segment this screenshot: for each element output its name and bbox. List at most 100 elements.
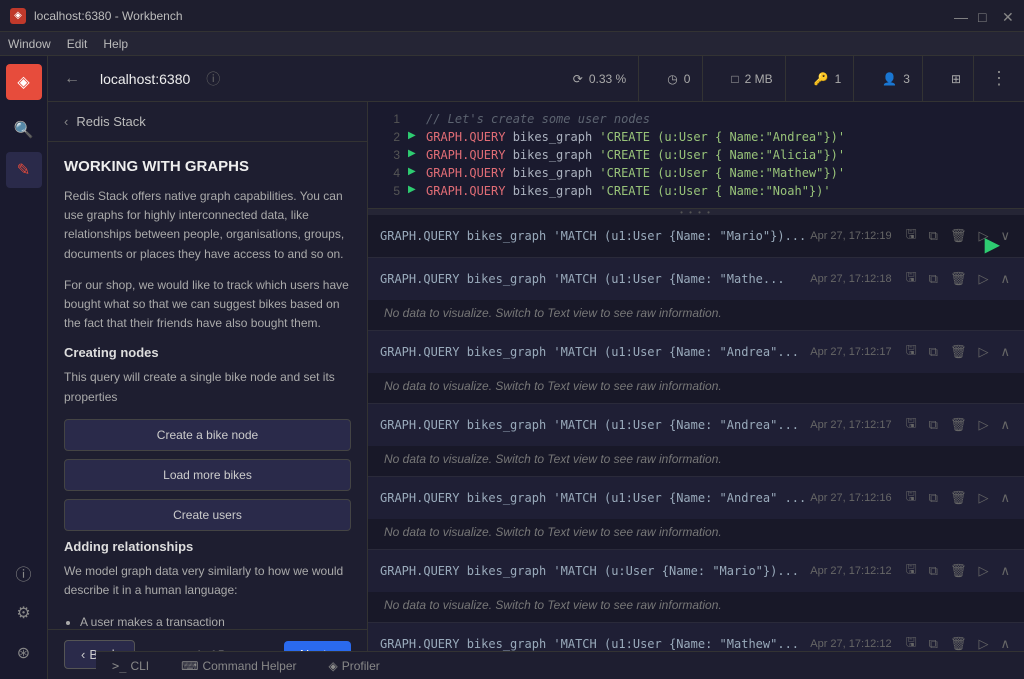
- code-content-5: GRAPH.QUERY bikes_graph 'CREATE (u:User …: [426, 184, 831, 198]
- run-result-6[interactable]: ▷: [976, 561, 990, 581]
- result-header-1[interactable]: GRAPH.QUERY bikes_graph 'MATCH (u1:User …: [368, 215, 1024, 257]
- cpu-icon: ⟳: [573, 72, 583, 86]
- github-icon: ⊛: [17, 643, 30, 663]
- delete-result-3[interactable]: 🗑: [948, 342, 969, 362]
- sidebar-item-settings[interactable]: ⚙: [6, 595, 42, 631]
- run-line-3[interactable]: ▶: [408, 148, 422, 162]
- run-all-button[interactable]: ▶: [977, 232, 1008, 257]
- close-button[interactable]: ✕: [1002, 10, 1014, 22]
- settings-icon: ⚙: [16, 603, 30, 623]
- result-actions-6: 🖫 ⧉ 🗑 ▷ ∧: [904, 558, 1012, 584]
- create-bike-node-button[interactable]: Create a bike node: [64, 419, 351, 451]
- minimize-button[interactable]: —: [954, 10, 966, 22]
- more-button[interactable]: ⋮: [990, 68, 1008, 89]
- result-header-4[interactable]: GRAPH.QUERY bikes_graph 'MATCH (u1:User …: [368, 404, 1024, 446]
- users-icon: 👤: [882, 72, 897, 86]
- result-row-1: GRAPH.QUERY bikes_graph 'MATCH (u1:User …: [368, 215, 1024, 258]
- keys-icon: 🔑: [814, 72, 829, 86]
- connection-info-icon[interactable]: ⓘ: [206, 69, 220, 89]
- users-value: 3: [903, 72, 910, 86]
- collapse-result-4[interactable]: ∧: [998, 415, 1012, 435]
- result-header-6[interactable]: GRAPH.QUERY bikes_graph 'MATCH (u:User {…: [368, 550, 1024, 592]
- result-actions-5: 🖫 ⧉ 🗑 ▷ ∧: [904, 485, 1012, 511]
- result-header-5[interactable]: GRAPH.QUERY bikes_graph 'MATCH (u1:User …: [368, 477, 1024, 519]
- maximize-button[interactable]: □: [978, 10, 990, 22]
- code-content-2: GRAPH.QUERY bikes_graph 'CREATE (u:User …: [426, 130, 845, 144]
- run-result-4[interactable]: ▷: [976, 415, 990, 435]
- run-result-2[interactable]: ▷: [976, 269, 990, 289]
- copy-result-1[interactable]: ⧉: [927, 226, 940, 246]
- result-time-2: Apr 27, 17:12:18: [810, 273, 891, 285]
- result-query-6: GRAPH.QUERY bikes_graph 'MATCH (u:User {…: [380, 564, 810, 578]
- copy-result-4[interactable]: ⧉: [927, 415, 940, 435]
- guide-content: WORKING WITH GRAPHS Redis Stack offers n…: [48, 142, 367, 629]
- save-result-6[interactable]: 🖫: [904, 558, 919, 584]
- delete-result-5[interactable]: 🗑: [948, 488, 969, 508]
- delete-result-2[interactable]: 🗑: [948, 269, 969, 289]
- menu-edit[interactable]: Edit: [67, 37, 88, 51]
- menu-help[interactable]: Help: [103, 37, 128, 51]
- stat-commands: ◷ 0: [655, 56, 703, 101]
- tab-profiler[interactable]: ◈ Profiler: [321, 652, 388, 679]
- code-content-4: GRAPH.QUERY bikes_graph 'CREATE (u:User …: [426, 166, 845, 180]
- command-helper-icon: ⌨: [181, 659, 198, 673]
- result-query-2: GRAPH.QUERY bikes_graph 'MATCH (u1:User …: [380, 272, 810, 286]
- save-result-4[interactable]: 🖫: [904, 412, 919, 438]
- copy-result-6[interactable]: ⧉: [927, 561, 940, 581]
- delete-result-6[interactable]: 🗑: [948, 561, 969, 581]
- result-query-1: GRAPH.QUERY bikes_graph 'MATCH (u1:User …: [380, 229, 810, 243]
- code-line-5: 5 ▶ GRAPH.QUERY bikes_graph 'CREATE (u:U…: [368, 182, 1024, 200]
- memory-value: 2 MB: [745, 72, 773, 86]
- tab-cli-label: CLI: [130, 659, 149, 673]
- line-num-4: 4: [376, 166, 400, 180]
- copy-result-2[interactable]: ⧉: [927, 269, 940, 289]
- bullet-item-1: A user makes a transaction: [80, 612, 351, 629]
- line-num-3: 3: [376, 148, 400, 162]
- menu-window[interactable]: Window: [8, 37, 51, 51]
- run-result-5[interactable]: ▷: [976, 488, 990, 508]
- run-line-2[interactable]: ▶: [408, 130, 422, 144]
- icon-sidebar: ◈ 🔍 ✎ ⓘ ⚙ ⊛: [0, 56, 48, 679]
- collapse-result-5[interactable]: ∧: [998, 488, 1012, 508]
- save-result-5[interactable]: 🖫: [904, 485, 919, 511]
- result-body-2: No data to visualize. Switch to Text vie…: [368, 300, 1024, 330]
- commands-icon: ◷: [667, 72, 677, 86]
- create-users-button[interactable]: Create users: [64, 499, 351, 531]
- run-line-4[interactable]: ▶: [408, 166, 422, 180]
- sidebar-item-search[interactable]: 🔍: [6, 112, 42, 148]
- copy-result-5[interactable]: ⧉: [927, 488, 940, 508]
- back-chevron-icon: ‹: [81, 647, 85, 662]
- copy-result-3[interactable]: ⧉: [927, 342, 940, 362]
- collapse-result-3[interactable]: ∧: [998, 342, 1012, 362]
- relationships-text: We model graph data very similarly to ho…: [64, 562, 351, 600]
- run-line-5[interactable]: ▶: [408, 184, 422, 198]
- tab-command-helper[interactable]: ⌨ Command Helper: [173, 652, 304, 679]
- load-more-bikes-button[interactable]: Load more bikes: [64, 459, 351, 491]
- result-row-5: GRAPH.QUERY bikes_graph 'MATCH (u1:User …: [368, 477, 1024, 550]
- menubar: Window Edit Help: [0, 32, 1024, 56]
- back-button[interactable]: ←: [64, 70, 80, 88]
- collapse-result-6[interactable]: ∧: [998, 561, 1012, 581]
- result-query-5: GRAPH.QUERY bikes_graph 'MATCH (u1:User …: [380, 491, 810, 505]
- code-line-1: 1 // Let's create some user nodes: [368, 110, 1024, 128]
- result-header-3[interactable]: GRAPH.QUERY bikes_graph 'MATCH (u1:User …: [368, 331, 1024, 373]
- result-row-6: GRAPH.QUERY bikes_graph 'MATCH (u:User {…: [368, 550, 1024, 623]
- tab-cli[interactable]: >_ CLI: [104, 652, 157, 679]
- app-icon: ◈: [10, 8, 26, 24]
- save-result-2[interactable]: 🖫: [904, 266, 919, 292]
- save-result-1[interactable]: 🖫: [904, 223, 919, 249]
- sidebar-item-info[interactable]: ⓘ: [6, 555, 42, 591]
- delete-result-1[interactable]: 🗑: [948, 226, 969, 246]
- stat-grid[interactable]: ⊞: [939, 56, 974, 101]
- sidebar-item-edit[interactable]: ✎: [6, 152, 42, 188]
- brand-icon: ◈: [6, 64, 42, 100]
- save-result-3[interactable]: 🖫: [904, 339, 919, 365]
- run-result-3[interactable]: ▷: [976, 342, 990, 362]
- result-time-5: Apr 27, 17:12:16: [810, 492, 891, 504]
- delete-result-4[interactable]: 🗑: [948, 415, 969, 435]
- collapse-result-2[interactable]: ∧: [998, 269, 1012, 289]
- result-header-2[interactable]: GRAPH.QUERY bikes_graph 'MATCH (u1:User …: [368, 258, 1024, 300]
- guide-back-button[interactable]: ‹: [64, 114, 68, 129]
- sidebar-item-github[interactable]: ⊛: [6, 635, 42, 671]
- result-query-4: GRAPH.QUERY bikes_graph 'MATCH (u1:User …: [380, 418, 810, 432]
